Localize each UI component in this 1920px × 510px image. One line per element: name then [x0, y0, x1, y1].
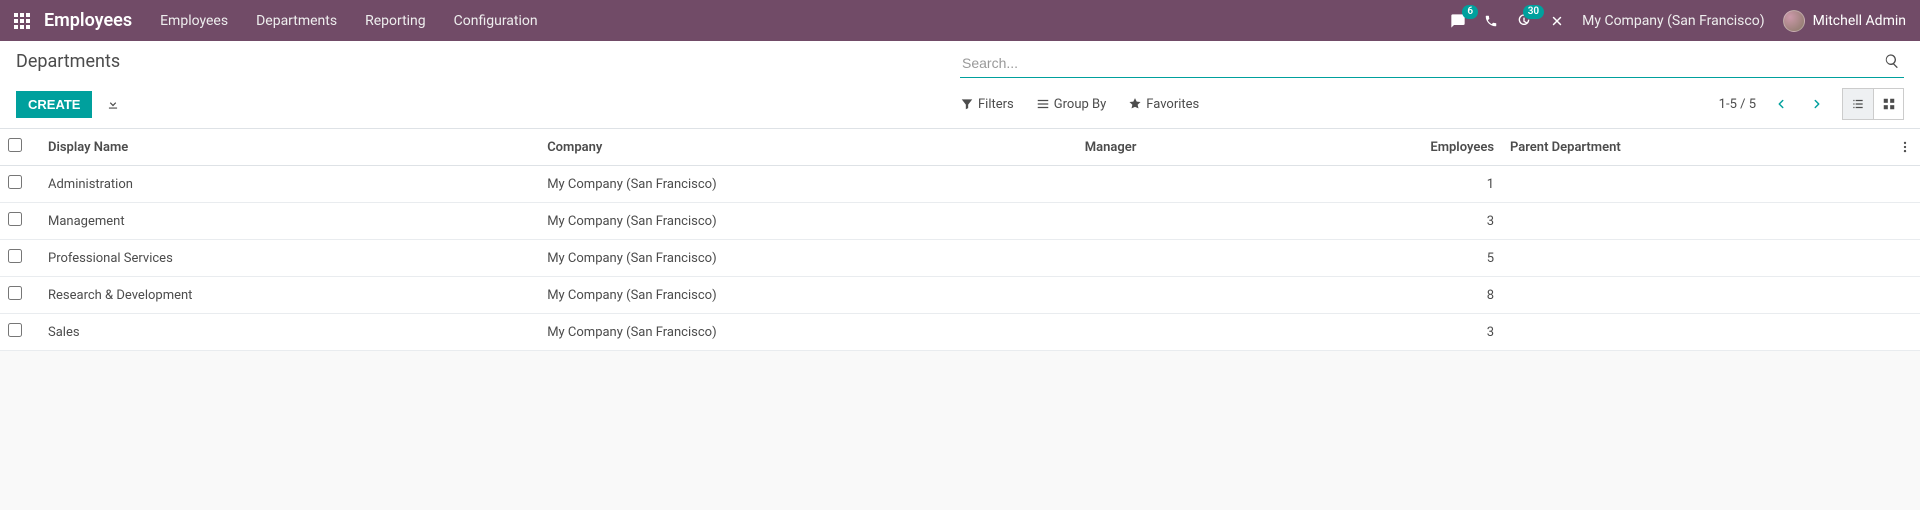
nav-link-configuration[interactable]: Configuration	[454, 13, 538, 29]
app-brand[interactable]: Employees	[44, 10, 132, 31]
close-debug-icon[interactable]	[1550, 14, 1564, 28]
row-checkbox[interactable]	[8, 249, 22, 263]
messages-icon[interactable]: 6	[1450, 13, 1466, 29]
col-header-parent[interactable]: Parent Department	[1502, 129, 1890, 166]
cell-manager	[1077, 314, 1423, 351]
table-row[interactable]: ManagementMy Company (San Francisco) 3	[0, 203, 1920, 240]
col-header-display-name[interactable]: Display Name	[40, 129, 539, 166]
groupby-button[interactable]: Group By	[1036, 97, 1107, 112]
pager-prev-icon[interactable]	[1770, 97, 1792, 111]
row-checkbox[interactable]	[8, 286, 22, 300]
user-menu[interactable]: Mitchell Admin	[1783, 10, 1906, 32]
activities-badge: 30	[1523, 5, 1544, 19]
cell-company: My Company (San Francisco)	[539, 240, 1077, 277]
table-row[interactable]: Professional ServicesMy Company (San Fra…	[0, 240, 1920, 277]
avatar	[1783, 10, 1805, 32]
table-header-row: Display Name Company Manager Employees P…	[0, 129, 1920, 166]
apps-icon[interactable]	[14, 13, 30, 29]
cell-display-name: Sales	[40, 314, 539, 351]
pager-text[interactable]: 1-5 / 5	[1719, 97, 1756, 112]
cell-display-name: Administration	[40, 166, 539, 203]
messages-badge: 6	[1462, 5, 1478, 19]
select-all-checkbox[interactable]	[8, 138, 22, 152]
favorites-button[interactable]: Favorites	[1128, 97, 1199, 112]
cell-manager	[1077, 166, 1423, 203]
cell-parent	[1502, 203, 1890, 240]
table-row[interactable]: SalesMy Company (San Francisco) 3	[0, 314, 1920, 351]
row-checkbox[interactable]	[8, 323, 22, 337]
nav-link-employees[interactable]: Employees	[160, 13, 228, 29]
cell-parent	[1502, 314, 1890, 351]
create-button[interactable]: Create	[16, 91, 92, 118]
cell-manager	[1077, 277, 1423, 314]
control-panel: Departments Create Filters Group B	[0, 41, 1920, 129]
col-options-icon[interactable]	[1890, 129, 1920, 166]
view-switcher	[1842, 88, 1904, 120]
table-row[interactable]: Research & DevelopmentMy Company (San Fr…	[0, 277, 1920, 314]
funnel-icon	[960, 97, 974, 111]
favorites-label: Favorites	[1146, 97, 1199, 112]
user-name-label: Mitchell Admin	[1813, 13, 1906, 29]
cell-employees: 1	[1422, 166, 1502, 203]
col-header-employees[interactable]: Employees	[1422, 129, 1502, 166]
groupby-label: Group By	[1054, 97, 1107, 112]
main-navbar: Employees Employees Departments Reportin…	[0, 0, 1920, 41]
col-header-manager[interactable]: Manager	[1077, 129, 1423, 166]
filters-button[interactable]: Filters	[960, 97, 1014, 112]
nav-links: Employees Departments Reporting Configur…	[160, 13, 1450, 29]
import-icon[interactable]	[106, 97, 120, 111]
cell-company: My Company (San Francisco)	[539, 203, 1077, 240]
cell-display-name: Professional Services	[40, 240, 539, 277]
cell-employees: 3	[1422, 314, 1502, 351]
cell-manager	[1077, 203, 1423, 240]
nav-right: 6 30 My Company (San Francisco) Mitchell…	[1450, 10, 1906, 32]
search-wrap	[960, 51, 1904, 78]
company-switcher[interactable]: My Company (San Francisco)	[1582, 13, 1764, 29]
star-icon	[1128, 97, 1142, 111]
filters-label: Filters	[978, 97, 1014, 112]
kanban-view-icon[interactable]	[1873, 89, 1903, 119]
cell-display-name: Management	[40, 203, 539, 240]
cell-manager	[1077, 240, 1423, 277]
list-view-icon[interactable]	[1843, 89, 1873, 119]
cell-parent	[1502, 166, 1890, 203]
cell-employees: 8	[1422, 277, 1502, 314]
cell-employees: 3	[1422, 203, 1502, 240]
page-title: Departments	[16, 51, 960, 72]
col-header-company[interactable]: Company	[539, 129, 1077, 166]
list-icon	[1036, 97, 1050, 111]
cell-company: My Company (San Francisco)	[539, 277, 1077, 314]
table-row[interactable]: AdministrationMy Company (San Francisco)…	[0, 166, 1920, 203]
search-input[interactable]	[960, 51, 1904, 78]
search-icon[interactable]	[1884, 53, 1900, 69]
nav-link-reporting[interactable]: Reporting	[365, 13, 426, 29]
cell-employees: 5	[1422, 240, 1502, 277]
row-checkbox[interactable]	[8, 175, 22, 189]
nav-link-departments[interactable]: Departments	[256, 13, 337, 29]
row-checkbox[interactable]	[8, 212, 22, 226]
activities-icon[interactable]: 30	[1516, 13, 1532, 29]
pager-next-icon[interactable]	[1806, 97, 1828, 111]
cell-parent	[1502, 240, 1890, 277]
cell-display-name: Research & Development	[40, 277, 539, 314]
cell-company: My Company (San Francisco)	[539, 166, 1077, 203]
departments-table: Display Name Company Manager Employees P…	[0, 129, 1920, 351]
phone-icon[interactable]	[1484, 14, 1498, 28]
cell-parent	[1502, 277, 1890, 314]
cell-company: My Company (San Francisco)	[539, 314, 1077, 351]
